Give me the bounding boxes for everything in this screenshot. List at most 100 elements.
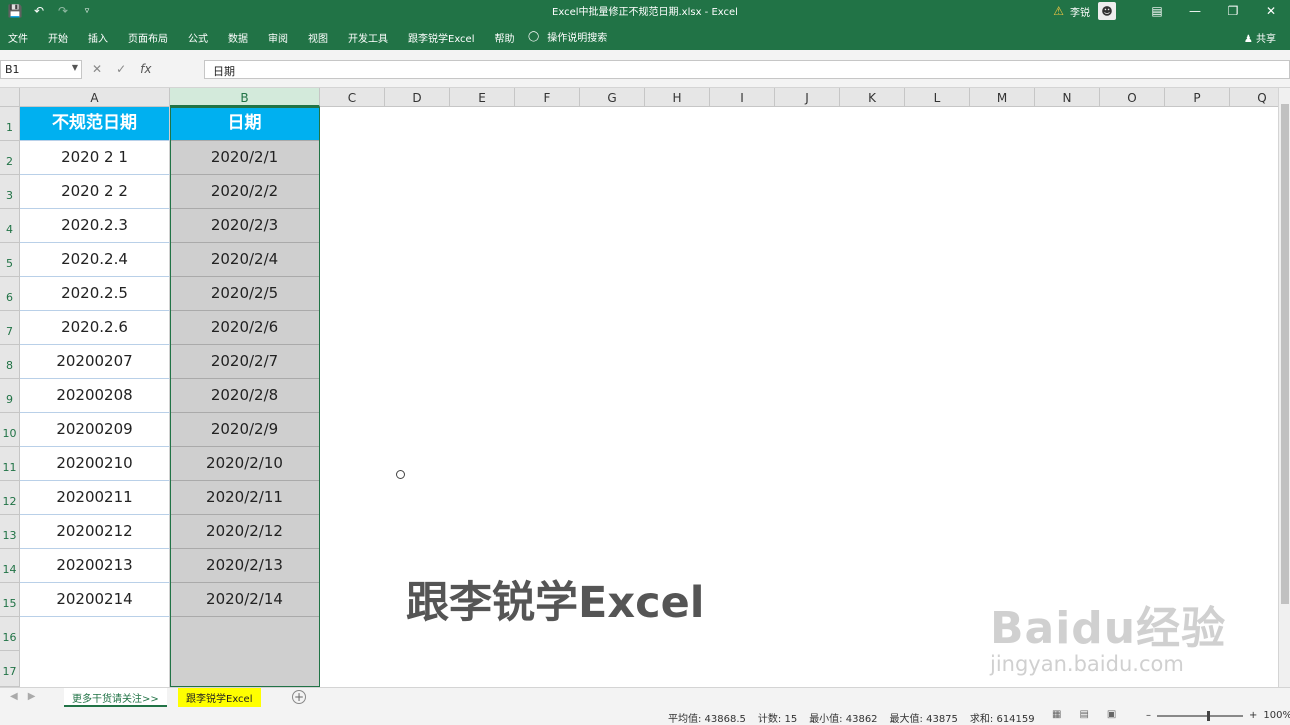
cell-a2[interactable]: 2020 2 1 xyxy=(20,141,170,175)
column-header-a[interactable]: A xyxy=(20,88,170,107)
column-header-d[interactable]: D xyxy=(385,88,450,107)
cell-a3[interactable]: 2020 2 2 xyxy=(20,175,170,209)
tab-home[interactable]: 开始 xyxy=(48,30,68,45)
column-header-o[interactable]: O xyxy=(1100,88,1165,107)
column-header-g[interactable]: G xyxy=(580,88,645,107)
row-header-2[interactable]: 2 xyxy=(0,141,20,175)
restore-icon[interactable]: ❐ xyxy=(1214,4,1252,18)
tell-me-search[interactable]: ◯ 操作说明搜索 xyxy=(528,29,607,44)
row-header-6[interactable]: 6 xyxy=(0,277,20,311)
row-header-8[interactable]: 8 xyxy=(0,345,20,379)
row-header-14[interactable]: 14 xyxy=(0,549,20,583)
cell-a8[interactable]: 20200207 xyxy=(20,345,170,379)
tab-view[interactable]: 视图 xyxy=(308,30,328,45)
column-header-b[interactable]: B xyxy=(170,88,320,107)
ribbon-display-options-icon[interactable]: ▤ xyxy=(1138,4,1176,18)
sheet-tab-1[interactable]: 更多干货请关注>> xyxy=(64,688,167,707)
column-header-m[interactable]: M xyxy=(970,88,1035,107)
formula-input[interactable]: 日期 xyxy=(204,60,1290,79)
cell-b5[interactable]: 2020/2/4 xyxy=(170,243,320,277)
row-header-10[interactable]: 10 xyxy=(0,413,20,447)
cell-b1[interactable]: 日期 xyxy=(170,107,320,141)
tab-developer[interactable]: 开发工具 xyxy=(348,30,388,45)
row-header-17[interactable]: 17 xyxy=(0,651,20,687)
row-header-1[interactable]: 1 xyxy=(0,107,20,141)
column-header-j[interactable]: J xyxy=(775,88,840,107)
select-all-button[interactable] xyxy=(0,88,20,107)
zoom-slider-knob[interactable] xyxy=(1207,710,1210,721)
cell-b12[interactable]: 2020/2/11 xyxy=(170,481,320,515)
cell-b2[interactable]: 2020/2/1 xyxy=(170,141,320,175)
insert-function-icon[interactable]: fx xyxy=(140,62,151,76)
avatar[interactable]: ☻ xyxy=(1098,2,1116,20)
cell-b13[interactable]: 2020/2/12 xyxy=(170,515,320,549)
close-icon[interactable]: ✕ xyxy=(1252,4,1290,18)
zoom-out-icon[interactable]: – xyxy=(1146,710,1151,721)
row-header-3[interactable]: 3 xyxy=(0,175,20,209)
column-header-i[interactable]: I xyxy=(710,88,775,107)
tab-custom[interactable]: 跟李锐学Excel xyxy=(408,30,475,45)
cell-b9[interactable]: 2020/2/8 xyxy=(170,379,320,413)
cell-b4[interactable]: 2020/2/3 xyxy=(170,209,320,243)
zoom-slider[interactable] xyxy=(1157,710,1243,721)
cell-a12[interactable]: 20200211 xyxy=(20,481,170,515)
tab-file[interactable]: 文件 xyxy=(8,30,28,45)
column-header-p[interactable]: P xyxy=(1165,88,1230,107)
column-header-l[interactable]: L xyxy=(905,88,970,107)
cell-a4[interactable]: 2020.2.3 xyxy=(20,209,170,243)
row-header-16[interactable]: 16 xyxy=(0,617,20,651)
cell-a15[interactable]: 20200214 xyxy=(20,583,170,617)
cell-a11[interactable]: 20200210 xyxy=(20,447,170,481)
scroll-left-icon[interactable]: ◀ xyxy=(10,691,18,702)
column-header-f[interactable]: F xyxy=(515,88,580,107)
zoom-in-icon[interactable]: + xyxy=(1249,710,1257,721)
user-name[interactable]: 李锐 xyxy=(1070,4,1090,19)
page-layout-view-icon[interactable]: ▤ xyxy=(1079,709,1088,720)
cancel-icon[interactable]: ✕ xyxy=(92,62,102,76)
cell-b7[interactable]: 2020/2/6 xyxy=(170,311,320,345)
cell-a13[interactable]: 20200212 xyxy=(20,515,170,549)
column-header-e[interactable]: E xyxy=(450,88,515,107)
row-header-13[interactable]: 13 xyxy=(0,515,20,549)
column-header-h[interactable]: H xyxy=(645,88,710,107)
tab-page-layout[interactable]: 页面布局 xyxy=(128,30,168,45)
enter-icon[interactable]: ✓ xyxy=(116,62,126,76)
column-header-n[interactable]: N xyxy=(1035,88,1100,107)
row-header-4[interactable]: 4 xyxy=(0,209,20,243)
cell-a9[interactable]: 20200208 xyxy=(20,379,170,413)
cell-b8[interactable]: 2020/2/7 xyxy=(170,345,320,379)
cell-b10[interactable]: 2020/2/9 xyxy=(170,413,320,447)
cell-a7[interactable]: 2020.2.6 xyxy=(20,311,170,345)
name-box[interactable]: B1 ▼ xyxy=(0,60,82,79)
cell-a5[interactable]: 2020.2.4 xyxy=(20,243,170,277)
add-sheet-icon[interactable]: + xyxy=(292,690,306,704)
empty-cells-a[interactable] xyxy=(20,617,170,687)
column-header-k[interactable]: K xyxy=(840,88,905,107)
empty-cells-b[interactable] xyxy=(170,617,320,687)
cell-a14[interactable]: 20200213 xyxy=(20,549,170,583)
row-header-15[interactable]: 15 xyxy=(0,583,20,617)
cell-b15[interactable]: 2020/2/14 xyxy=(170,583,320,617)
page-break-view-icon[interactable]: ▣ xyxy=(1107,709,1116,720)
normal-view-icon[interactable]: ▦ xyxy=(1052,709,1061,720)
cell-a10[interactable]: 20200209 xyxy=(20,413,170,447)
row-header-12[interactable]: 12 xyxy=(0,481,20,515)
cell-b6[interactable]: 2020/2/5 xyxy=(170,277,320,311)
warning-icon[interactable]: ⚠ xyxy=(1053,4,1064,18)
scroll-right-icon[interactable]: ▶ xyxy=(28,691,36,702)
cell-b14[interactable]: 2020/2/13 xyxy=(170,549,320,583)
tab-insert[interactable]: 插入 xyxy=(88,30,108,45)
tab-help[interactable]: 帮助 xyxy=(495,30,515,45)
vertical-scrollbar[interactable] xyxy=(1278,88,1290,687)
cell-b3[interactable]: 2020/2/2 xyxy=(170,175,320,209)
column-header-c[interactable]: C xyxy=(320,88,385,107)
row-header-7[interactable]: 7 xyxy=(0,311,20,345)
column-header-q[interactable]: Q xyxy=(1230,88,1278,107)
tab-formulas[interactable]: 公式 xyxy=(188,30,208,45)
tab-data[interactable]: 数据 xyxy=(228,30,248,45)
tab-review[interactable]: 审阅 xyxy=(268,30,288,45)
row-header-11[interactable]: 11 xyxy=(0,447,20,481)
share-button[interactable]: ♟ 共享 xyxy=(1244,30,1276,45)
minimize-icon[interactable]: — xyxy=(1176,4,1214,18)
cell-a6[interactable]: 2020.2.5 xyxy=(20,277,170,311)
